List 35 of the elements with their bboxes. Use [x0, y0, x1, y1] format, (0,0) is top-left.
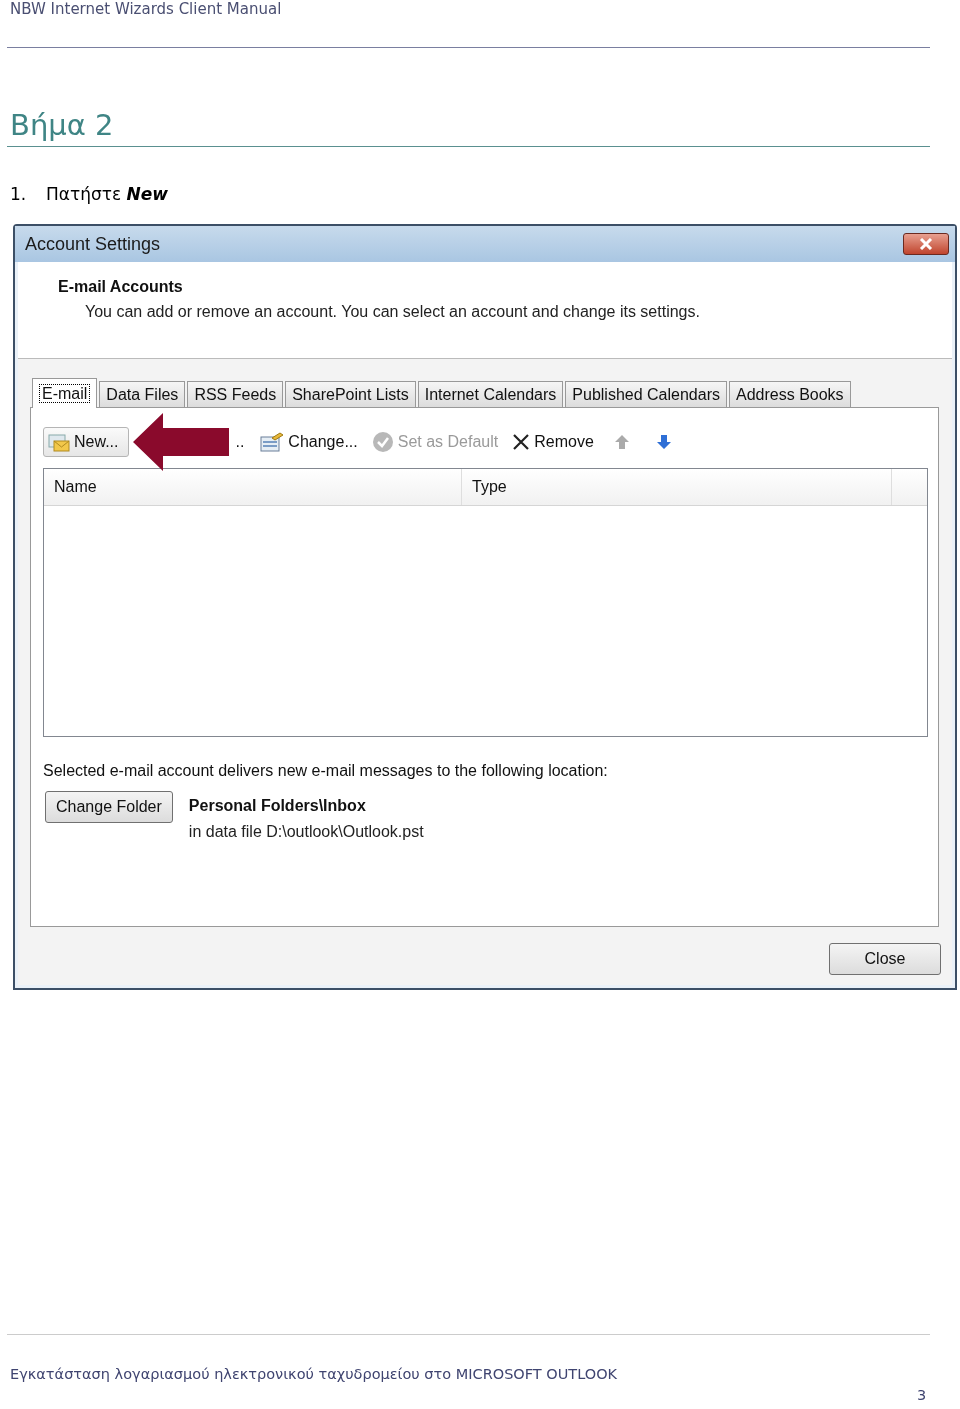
up-arrow-icon: [613, 434, 630, 450]
tab[interactable]: E-mail: [32, 378, 98, 408]
data-file-path: in data file D:\outlook\Outlook.pst: [188, 823, 424, 841]
section-title: E-mail Accounts: [58, 277, 184, 297]
change-button[interactable]: Change...: [260, 432, 358, 452]
tab[interactable]: SharePoint Lists: [285, 381, 416, 407]
delivery-text: Selected e-mail account delivers new e-mail messages to the following location:: [43, 762, 609, 780]
new-button[interactable]: New...: [43, 427, 130, 457]
toolbar-button[interactable]: ..: [235, 433, 245, 451]
footer-text: Εγκατάσταση λογαριασμού ηλεκτρονικού ταχυδρομείου στο MICROSOFT OUTLOOK: [10, 1366, 618, 1382]
checkmark-icon: [371, 431, 394, 453]
page-number: 3: [917, 1387, 927, 1403]
tab[interactable]: RSS Feeds: [187, 381, 284, 407]
folder-location: Personal Folders\Inbox: [188, 797, 367, 815]
step-number: 1.: [10, 183, 28, 205]
column-header[interactable]: Name: [44, 469, 462, 505]
header-title: NBW Internet Wizards Client Manual: [10, 0, 282, 18]
remove-button[interactable]: Remove: [512, 433, 594, 451]
tab[interactable]: Data Files: [99, 381, 186, 407]
tab[interactable]: Address Books: [729, 381, 851, 407]
close-button[interactable]: [903, 233, 949, 255]
change-folder-button[interactable]: Change Folder: [45, 791, 173, 823]
form-icon: [260, 432, 285, 452]
section-description: You can add or remove an account. You can select an account and change its settings.: [85, 302, 701, 322]
column-header[interactable]: Type: [462, 469, 892, 505]
x-icon: [512, 433, 531, 451]
down-arrow-icon: [655, 434, 672, 450]
tab[interactable]: Internet Calendars: [417, 381, 564, 407]
close-icon: [918, 238, 934, 250]
window-title: Account Settings: [25, 233, 161, 255]
envelope-icon: [48, 432, 70, 452]
step-text: Πατήστε New: [46, 183, 169, 205]
close-dialog-button[interactable]: Close: [829, 943, 941, 975]
section-heading: Βήμα 2: [10, 107, 115, 144]
tab[interactable]: Published Calendars: [565, 381, 727, 407]
